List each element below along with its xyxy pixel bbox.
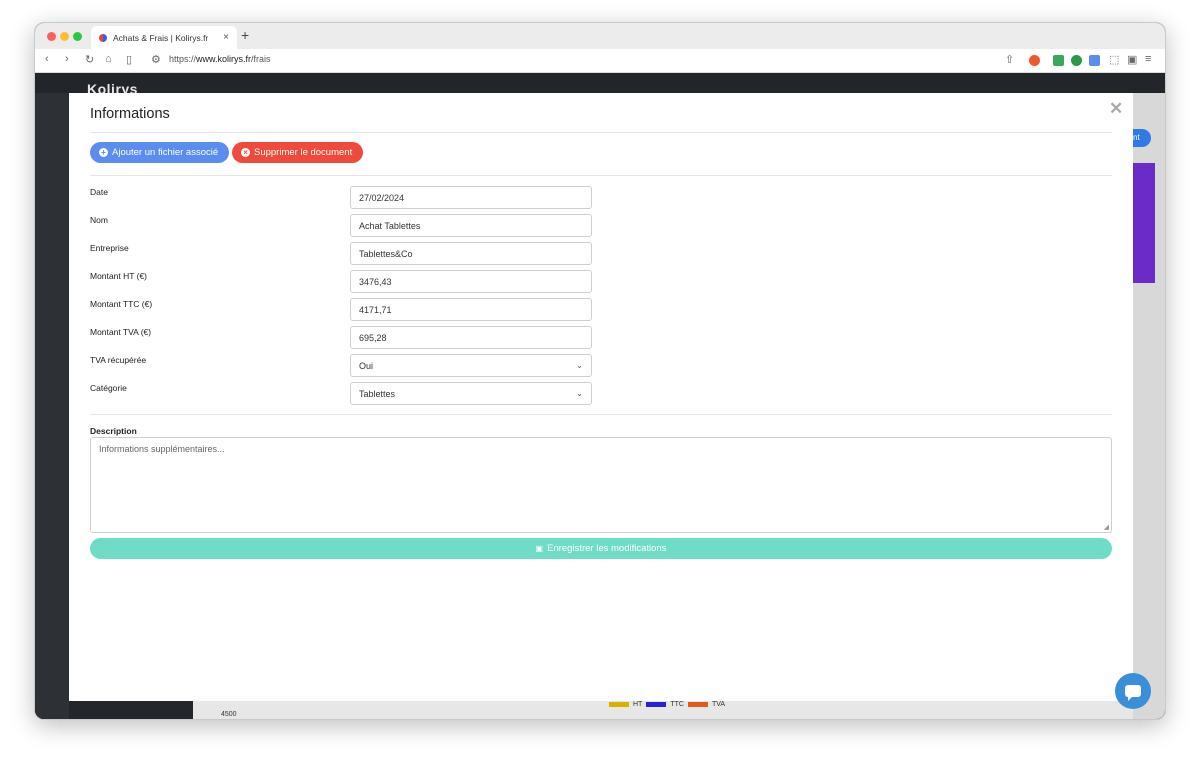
tva-recovered-value: Oui — [359, 360, 374, 371]
chart-legend: HT TTC TVA — [609, 701, 725, 708]
category-value: Tablettes — [359, 388, 396, 399]
tab-close-icon[interactable]: × — [223, 32, 229, 43]
company-input[interactable]: Tablettes&Co — [350, 242, 592, 265]
brave-shield-icon[interactable] — [1029, 55, 1040, 66]
delete-document-button[interactable]: × Supprimer le document — [232, 142, 363, 163]
name-label: Nom — [90, 215, 108, 225]
minimize-window-icon[interactable] — [60, 32, 69, 41]
amount-ht-input[interactable]: 3476,43 — [350, 270, 592, 293]
resize-grip-icon[interactable]: ◢ — [1104, 523, 1109, 531]
tab-bar: Achats & Frais | Kolirys.fr × + — [35, 23, 1165, 49]
title-divider — [90, 132, 1112, 133]
extensions-icon[interactable]: ⬚ — [1109, 53, 1119, 66]
category-select[interactable]: Tablettes ⌄ — [350, 382, 592, 405]
chart-axis-tick: 4500 — [221, 711, 237, 718]
share-icon[interactable]: ⇧ — [1005, 53, 1014, 66]
actions-divider — [90, 175, 1112, 176]
floppy-disk-icon: ▣ — [535, 544, 544, 553]
site-settings-icon[interactable]: ⚙ — [151, 53, 161, 66]
legend-label-tva: TVA — [711, 701, 726, 708]
legend-label-ht: HT — [633, 701, 643, 708]
save-changes-label: Enregistrer les modifications — [547, 543, 667, 554]
amount-tva-input[interactable]: 695,28 — [350, 326, 592, 349]
browser-toolbar: ‹ › ↻ ⌂ ▯ ⚙ https://www.kolirys.fr/frais… — [35, 49, 1165, 73]
app-chart-strip: 4500 HT TTC TVA — [69, 701, 1133, 719]
description-textarea[interactable]: Informations supplémentaires... ◢ — [90, 437, 1112, 533]
reload-icon[interactable]: ↻ — [85, 53, 94, 66]
bookmark-icon[interactable]: ▯ — [126, 53, 132, 66]
forward-icon[interactable]: › — [65, 53, 69, 65]
close-window-icon[interactable] — [47, 32, 56, 41]
amount-ttc-label: Montant TTC (€) — [90, 299, 153, 309]
url-path: /frais — [251, 54, 271, 64]
company-label: Entreprise — [90, 243, 129, 253]
extension-green-icon[interactable] — [1053, 55, 1064, 66]
address-bar[interactable]: https://www.kolirys.fr/frais — [169, 54, 271, 64]
amount-tva-label: Montant TVA (€) — [90, 327, 152, 337]
add-file-button[interactable]: + Ajouter un fichier associé — [90, 142, 229, 163]
save-changes-button[interactable]: ▣ Enregistrer les modifications — [90, 538, 1112, 559]
zoom-window-icon[interactable] — [73, 32, 82, 41]
app-action-button[interactable]: nt — [1133, 129, 1151, 147]
extension-new-icon[interactable] — [1089, 55, 1100, 66]
back-icon[interactable]: ‹ — [45, 53, 49, 65]
app-purple-card — [1133, 163, 1155, 283]
url-host: www.kolirys.fr — [196, 54, 252, 64]
name-input[interactable]: Achat Tablettes — [350, 214, 592, 237]
modal-title: Informations — [90, 106, 170, 122]
browser-tab[interactable]: Achats & Frais | Kolirys.fr × — [91, 26, 237, 49]
amount-ttc-input[interactable]: 4171,71 — [350, 298, 592, 321]
new-tab-icon[interactable]: + — [241, 27, 249, 43]
browser-window: Achats & Frais | Kolirys.fr × + ‹ › ↻ ⌂ … — [34, 22, 1166, 720]
sidebar-toggle-icon[interactable]: ▣ — [1127, 53, 1137, 66]
chat-widget-button[interactable] — [1115, 673, 1151, 709]
tva-recovered-label: TVA récupérée — [90, 355, 147, 365]
tab-title: Achats & Frais | Kolirys.fr — [113, 32, 209, 43]
app-sidebar — [35, 93, 69, 719]
close-icon[interactable]: ✕ — [1109, 99, 1123, 119]
legend-swatch-tva — [687, 702, 708, 707]
description-label: Description — [90, 426, 137, 436]
favicon-icon — [99, 33, 107, 42]
fields-divider — [90, 414, 1112, 415]
legend-swatch-ttc — [646, 702, 667, 707]
extension-grammar-icon[interactable] — [1071, 55, 1082, 66]
home-icon[interactable]: ⌂ — [105, 53, 112, 65]
add-file-label: Ajouter un fichier associé — [112, 147, 219, 158]
date-input[interactable]: 27/02/2024 — [350, 186, 592, 209]
date-label: Date — [90, 187, 108, 197]
chat-icon — [1125, 685, 1141, 701]
amount-ht-label: Montant HT (€) — [90, 271, 148, 281]
legend-label-ttc: TTC — [670, 701, 684, 708]
chevron-down-icon: ⌄ — [576, 361, 583, 370]
app-content-edge: nt — [1133, 93, 1165, 719]
app-sidebar-footer — [69, 701, 193, 719]
legend-swatch-ht — [609, 702, 629, 707]
menu-icon[interactable]: ≡ — [1145, 53, 1151, 65]
delete-document-label: Supprimer le document — [254, 147, 353, 158]
url-prefix: https:// — [169, 54, 197, 64]
info-modal: Informations ✕ + Ajouter un fichier asso… — [69, 93, 1133, 701]
tva-recovered-select[interactable]: Oui ⌄ — [350, 354, 592, 377]
category-label: Catégorie — [90, 383, 127, 393]
x-circle-icon: × — [241, 148, 250, 157]
description-placeholder: Informations supplémentaires... — [99, 444, 225, 454]
chevron-down-icon: ⌄ — [576, 389, 583, 398]
plus-circle-icon: + — [99, 148, 108, 157]
